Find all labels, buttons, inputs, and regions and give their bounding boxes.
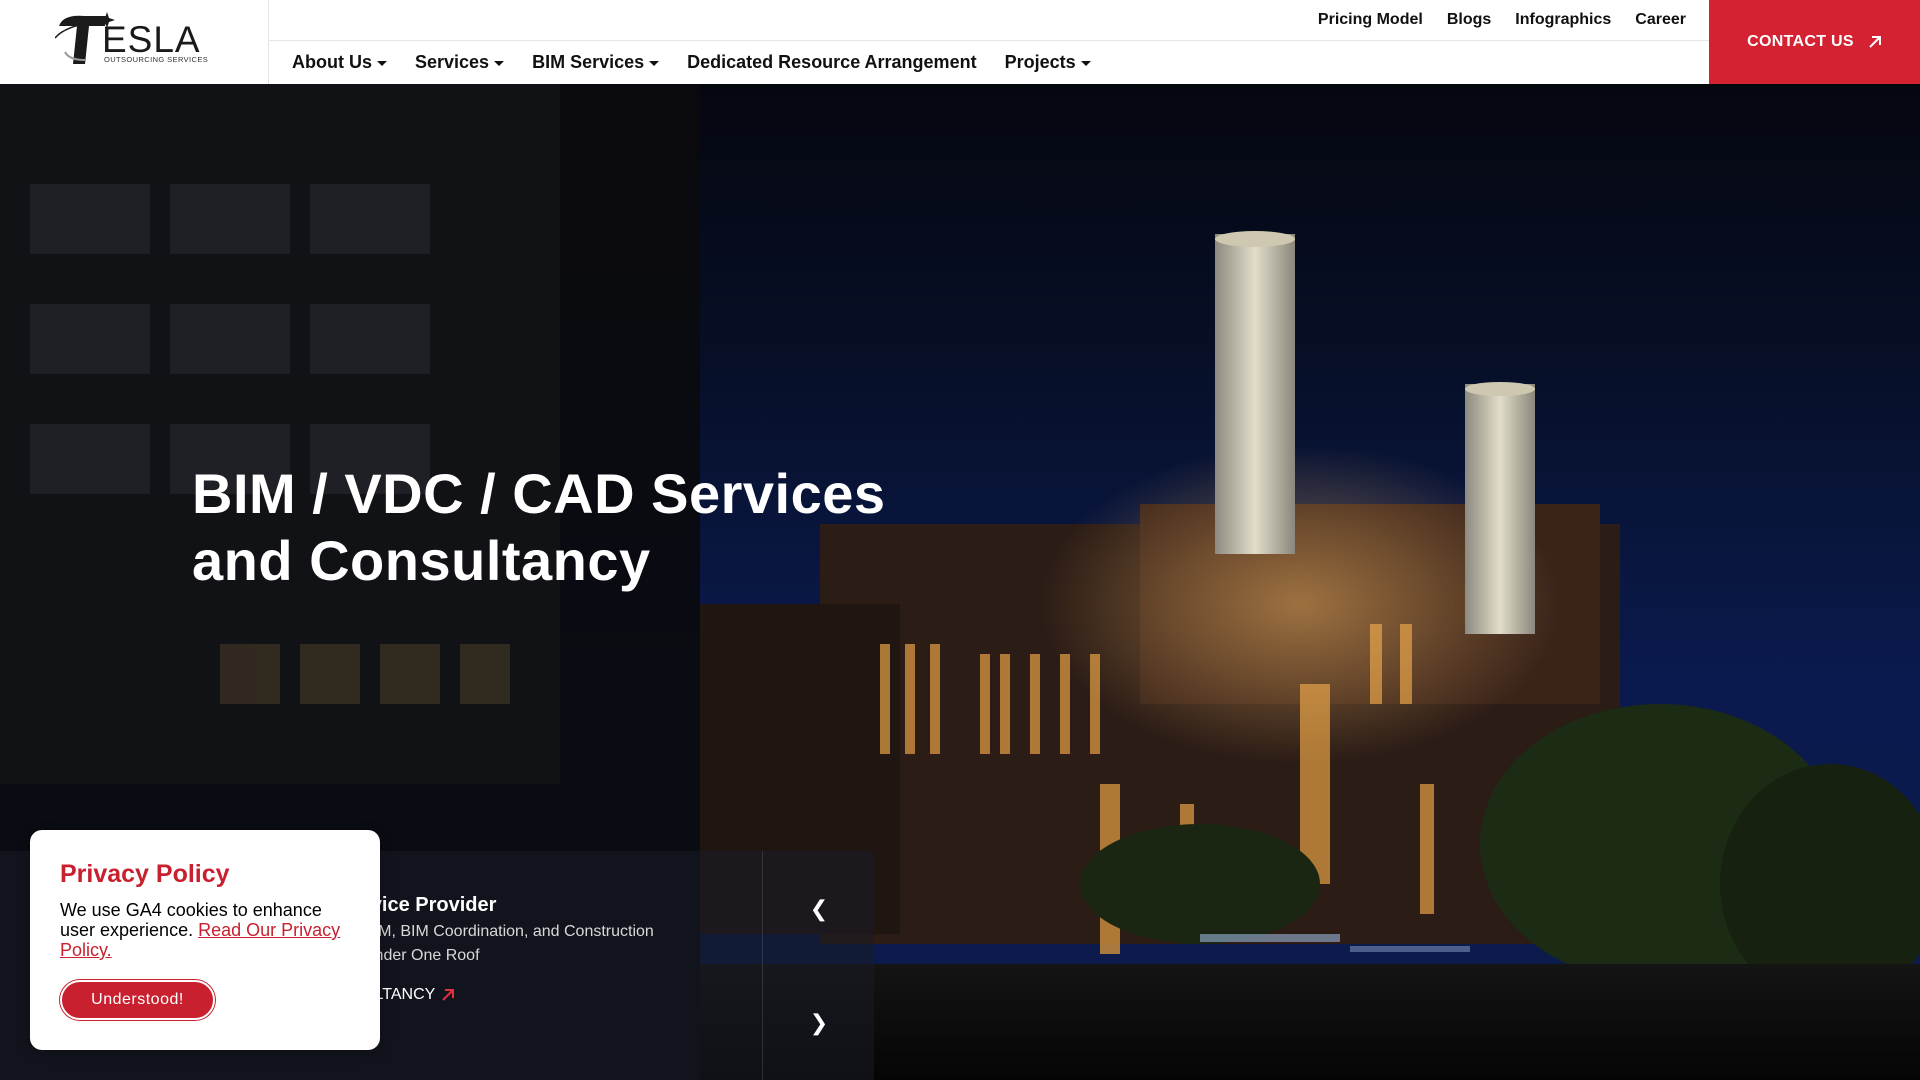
main-nav: About Us Services BIM Services Dedicated… xyxy=(292,41,1091,84)
logo-wordmark: ESLA xyxy=(102,19,201,60)
top-link-blogs[interactable]: Blogs xyxy=(1447,11,1491,29)
slide-prev-button[interactable]: ❮ xyxy=(804,894,834,924)
logo[interactable]: ESLA OUTSOURCING SERVICES xyxy=(0,0,269,84)
nav-bim-services-label: BIM Services xyxy=(532,52,645,72)
slide-description: BIM, BIM Coordination, and Construction … xyxy=(363,920,693,968)
top-link-infographics[interactable]: Infographics xyxy=(1515,11,1611,29)
hero-title-line-1: BIM / VDC / CAD Services xyxy=(192,462,886,525)
hero-title-line-2: and Consultancy xyxy=(192,529,651,592)
slide-next-button[interactable]: ❯ xyxy=(804,1008,834,1038)
privacy-policy-popup: Privacy Policy We use GA4 cookies to enh… xyxy=(30,830,380,1050)
nav-dedicated-resource[interactable]: Dedicated Resource Arrangement xyxy=(687,52,976,73)
top-links: Pricing Model Blogs Infographics Career xyxy=(1318,0,1686,40)
nav-projects-label: Projects xyxy=(1004,52,1076,72)
top-link-pricing-model[interactable]: Pricing Model xyxy=(1318,11,1423,29)
nav-projects[interactable]: Projects xyxy=(1005,52,1091,73)
caret-down-icon xyxy=(1080,61,1091,66)
contact-us-label: CONTACT US xyxy=(1747,33,1854,50)
slide-description-line-2: Under One Roof xyxy=(363,947,480,964)
nav-bim-services[interactable]: BIM Services xyxy=(532,52,660,73)
privacy-policy-text: We use GA4 cookies to enhance user exper… xyxy=(60,900,360,960)
privacy-policy-title: Privacy Policy xyxy=(60,860,230,888)
slide-divider xyxy=(762,851,763,1080)
understood-button[interactable]: Understood! xyxy=(60,980,215,1020)
caret-down-icon xyxy=(649,61,660,66)
nav-services[interactable]: Services xyxy=(415,52,505,73)
caret-down-icon xyxy=(494,61,505,66)
slide-heading: rvice Provider xyxy=(363,894,497,916)
site-header: ESLA OUTSOURCING SERVICES Pricing Model … xyxy=(0,0,1920,84)
nav-services-label: Services xyxy=(415,52,490,72)
nav-about-us[interactable]: About Us xyxy=(292,52,387,73)
logo-subtitle: OUTSOURCING SERVICES xyxy=(104,55,209,64)
nav-about-us-label: About Us xyxy=(292,52,372,72)
nav-dedicated-resource-label: Dedicated Resource Arrangement xyxy=(687,52,977,72)
slide-description-line-1: BIM, BIM Coordination, and Construction xyxy=(363,923,654,940)
arrow-up-right-icon xyxy=(1869,36,1881,48)
caret-down-icon xyxy=(377,61,387,66)
contact-us-button[interactable]: CONTACT US xyxy=(1709,0,1920,84)
top-link-career[interactable]: Career xyxy=(1635,11,1686,29)
arrow-up-right-icon xyxy=(442,989,455,1001)
hero-title: BIM / VDC / CAD Services and Consultancy xyxy=(192,460,952,594)
